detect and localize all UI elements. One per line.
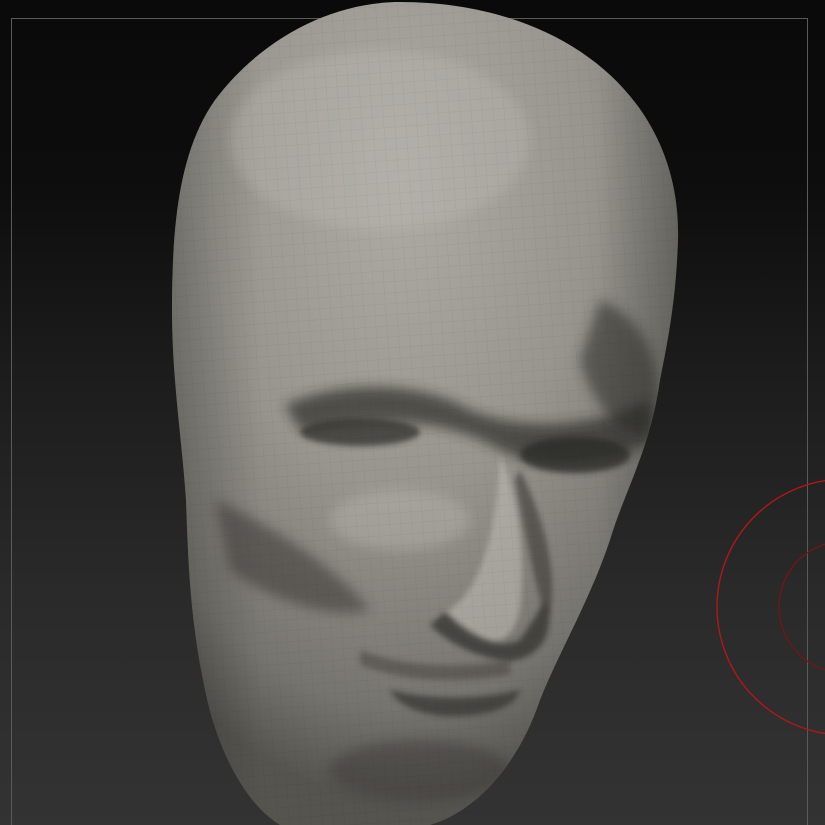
sculpt-viewport[interactable] (0, 0, 825, 825)
head-surface (172, 2, 679, 825)
head-mesh-model[interactable] (0, 0, 825, 825)
